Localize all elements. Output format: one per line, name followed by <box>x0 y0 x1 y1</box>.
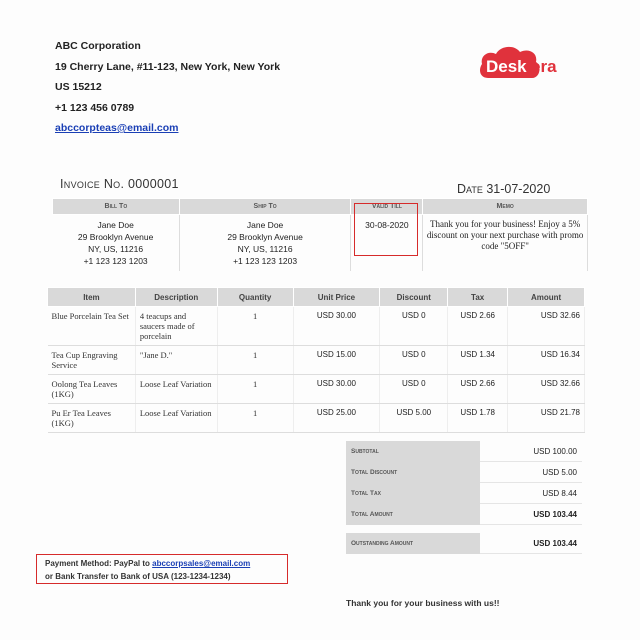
company-email-link[interactable]: abccorpteas@email.com <box>55 122 178 134</box>
memo-header: Memo <box>422 198 588 215</box>
outstanding-amount-label: Outstanding Amount <box>346 533 480 554</box>
item-description: Loose Leaf Variation <box>135 403 218 433</box>
item-amount: USD 21.78 <box>507 403 585 433</box>
company-address-line2: US 15212 <box>55 81 102 93</box>
logo-text-desk: Desk <box>486 57 527 76</box>
bill-to-name: Jane Doe <box>97 220 134 230</box>
item-unit-price: USD 30.00 <box>293 306 381 346</box>
tax-column-header: Tax <box>447 287 509 307</box>
invoice-page: ABC Corporation 19 Cherry Lane, #11-123,… <box>0 0 640 640</box>
total-amount-value: USD 103.44 <box>480 503 582 525</box>
item-quantity: 1 <box>217 306 294 346</box>
line-items-table: Item Description Quantity Unit Price Dis… <box>47 287 585 433</box>
item-unit-price: USD 30.00 <box>293 374 381 404</box>
description-column-header: Description <box>134 287 218 307</box>
item-discount: USD 5.00 <box>379 403 449 433</box>
payment-line2: or Bank Transfer to Bank of USA (123-123… <box>45 572 231 581</box>
item-tax: USD 2.66 <box>447 306 509 346</box>
bill-to-cell: Jane Doe 29 Brooklyn Avenue NY, US, 1121… <box>52 214 180 271</box>
company-block: ABC Corporation 19 Cherry Lane, #11-123,… <box>55 36 280 139</box>
table-row: Pu Er Tea Leaves (1KG) Loose Leaf Variat… <box>47 403 585 433</box>
bill-to-street: 29 Brooklyn Avenue <box>77 232 154 242</box>
ship-to-street: 29 Brooklyn Avenue <box>227 232 303 242</box>
total-tax-value: USD 8.44 <box>480 482 582 504</box>
valid-till-highlight-box <box>354 203 418 256</box>
amount-column-header: Amount <box>507 287 585 307</box>
ship-to-phone: +1 123 123 1203 <box>233 256 298 266</box>
total-amount-label: Total Amount <box>346 503 480 525</box>
subtotal-value: USD 100.00 <box>480 441 582 462</box>
company-address-line1: 19 Cherry Lane, #11-123, New York, New Y… <box>55 60 281 73</box>
thank-you-note: Thank you for your business with us!! <box>346 598 500 608</box>
item-amount: USD 32.66 <box>507 306 585 346</box>
ship-to-header: Ship To <box>178 198 352 215</box>
company-phone: +1 123 456 0789 <box>55 101 135 114</box>
table-row: Blue Porcelain Tea Set 4 teacups and sau… <box>47 306 585 346</box>
quantity-column-header: Quantity <box>216 287 294 307</box>
item-amount: USD 32.66 <box>507 374 585 404</box>
ship-to-cell: Jane Doe 29 Brooklyn Avenue NY, US, 1121… <box>179 214 352 271</box>
item-tax: USD 1.34 <box>447 345 509 375</box>
outstanding-amount-value: USD 103.44 <box>480 533 582 554</box>
item-tax: USD 1.78 <box>447 403 509 433</box>
invoice-date: Date 31-07-2020 <box>457 182 551 196</box>
item-description: Loose Leaf Variation <box>135 374 218 404</box>
item-unit-price: USD 15.00 <box>293 345 381 375</box>
item-quantity: 1 <box>217 374 294 404</box>
logo-text-era: era <box>531 57 557 76</box>
discount-column-header: Discount <box>379 287 449 307</box>
company-name: ABC Corporation <box>55 40 141 52</box>
item-column-header: Item <box>47 287 136 307</box>
unit-price-column-header: Unit Price <box>292 287 381 307</box>
ship-to-name: Jane Doe <box>246 220 284 230</box>
bill-to-phone: +1 123 123 1203 <box>83 256 148 266</box>
deskera-logo: Desk era <box>480 46 557 78</box>
ship-to-city: NY, US, 11216 <box>237 244 293 254</box>
payment-email-link[interactable]: abccorpsales@email.com <box>152 559 250 568</box>
billing-info-table: Bill To Ship To Valid Till Memo Jane Doe… <box>52 198 588 271</box>
total-discount-label: Total Discount <box>346 461 480 483</box>
payment-line1: Payment Method: PayPal to abccorpsales@e… <box>45 557 279 570</box>
item-name: Blue Porcelain Tea Set <box>47 306 136 346</box>
item-description: "Jane D." <box>135 345 218 375</box>
payment-prefix: Payment Method: PayPal to <box>45 559 153 568</box>
item-quantity: 1 <box>217 345 294 375</box>
total-discount-value: USD 5.00 <box>480 461 582 483</box>
payment-method-box: Payment Method: PayPal to abccorpsales@e… <box>36 554 288 584</box>
item-tax: USD 2.66 <box>447 374 509 404</box>
subtotal-label: Subtotal <box>346 441 480 462</box>
table-row: Tea Cup Engraving Service "Jane D." 1 US… <box>47 345 585 375</box>
item-amount: USD 16.34 <box>507 345 585 375</box>
item-quantity: 1 <box>217 403 294 433</box>
memo-text: Thank you for your business! Enjoy a 5% … <box>422 214 588 271</box>
item-name: Pu Er Tea Leaves (1KG) <box>47 403 136 433</box>
bill-to-city: NY, US, 11216 <box>88 244 144 254</box>
item-description: 4 teacups and saucers made of porcelain <box>135 306 218 346</box>
item-discount: USD 0 <box>379 374 449 404</box>
bill-to-header: Bill To <box>52 198 180 215</box>
item-discount: USD 0 <box>379 345 449 375</box>
totals-table: Subtotal USD 100.00 Total Discount USD 5… <box>346 441 582 554</box>
total-tax-label: Total Tax <box>346 482 480 504</box>
invoice-number: Invoice No. 0000001 <box>60 177 179 191</box>
table-row: Oolong Tea Leaves (1KG) Loose Leaf Varia… <box>47 374 585 404</box>
item-name: Oolong Tea Leaves (1KG) <box>47 374 136 404</box>
item-unit-price: USD 25.00 <box>293 403 381 433</box>
item-name: Tea Cup Engraving Service <box>47 345 136 375</box>
item-discount: USD 0 <box>379 306 449 346</box>
